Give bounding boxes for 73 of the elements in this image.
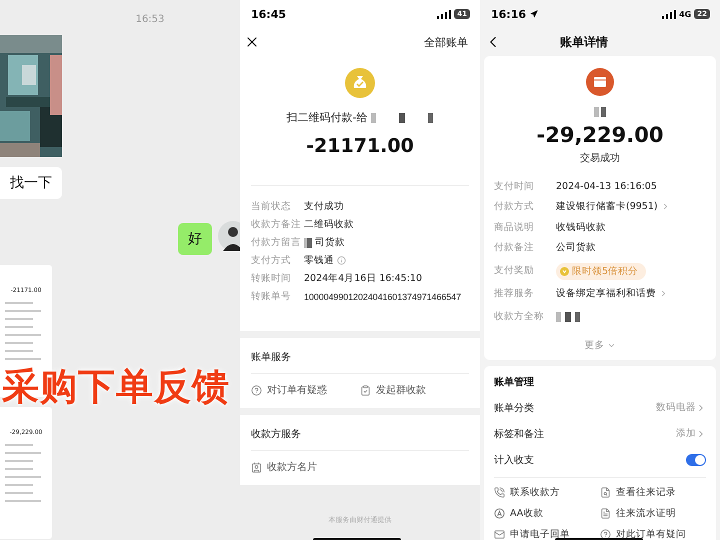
field-label: 支付奖励 bbox=[494, 264, 535, 277]
redaction-icon bbox=[556, 312, 580, 322]
section-title: 账单服务 bbox=[250, 350, 292, 365]
action-link[interactable]: 申请电子回单 bbox=[494, 528, 600, 540]
transaction-status: 交易成功 bbox=[580, 152, 620, 165]
help-icon bbox=[600, 528, 611, 540]
all-bills-link[interactable]: 全部账单 bbox=[424, 34, 468, 50]
field-label: 支付时间 bbox=[494, 180, 535, 192]
field-label: 收款方全称 bbox=[494, 310, 545, 323]
message-time: 16:53 bbox=[136, 14, 164, 25]
section-title: 账单管理 bbox=[494, 376, 535, 388]
document-search-icon bbox=[600, 486, 611, 498]
service-link[interactable]: 对订单有疑惑 bbox=[251, 383, 360, 397]
caption-text: 采购下单反馈 bbox=[2, 364, 230, 410]
field-label: 支付方式 bbox=[251, 254, 292, 267]
message-bubble: 好 bbox=[178, 223, 212, 255]
redaction-icon bbox=[371, 112, 434, 122]
payment-amount: -29,229.00 bbox=[536, 123, 664, 147]
field-value: 收钱码收款 bbox=[556, 220, 606, 234]
field-label: 付款方留言 bbox=[251, 236, 302, 249]
clipboard-icon bbox=[360, 384, 371, 396]
help-icon bbox=[251, 384, 262, 396]
document-icon bbox=[600, 508, 611, 518]
aa-icon bbox=[494, 508, 505, 518]
field-value: 二维码收款 bbox=[304, 218, 354, 231]
field-label: 推荐服务 bbox=[494, 287, 535, 300]
signal-icon bbox=[437, 10, 452, 18]
phone-icon bbox=[494, 486, 505, 498]
field-value[interactable]: 设备绑定享福利和话费 bbox=[556, 287, 656, 300]
field-value: 2024-04-13 16:16:05 bbox=[556, 180, 657, 192]
action-link[interactable]: AA收款 bbox=[494, 506, 600, 520]
payment-amount: -21171.00 bbox=[306, 135, 414, 157]
field-value[interactable]: 建设银行储蓄卡(9951) bbox=[556, 200, 658, 213]
message-bubble: 找一下 bbox=[0, 167, 62, 199]
row-label: 账单分类 bbox=[494, 402, 534, 414]
field-label: 付款备注 bbox=[494, 241, 535, 254]
toggle-switch[interactable] bbox=[686, 454, 706, 466]
field-label: 转账时间 bbox=[251, 272, 292, 285]
signal-icon bbox=[662, 10, 676, 18]
payment-title: 扫二维码付款-给 bbox=[286, 110, 368, 125]
field-value: 2024年4月16日 16:45:10 bbox=[304, 272, 422, 285]
action-link[interactable]: 往来流水证明 bbox=[600, 506, 706, 520]
section-title: 收款方服务 bbox=[250, 428, 302, 442]
redaction-icon bbox=[304, 238, 312, 248]
field-value: 10000499012024041601374971466547 bbox=[304, 292, 461, 302]
action-link[interactable]: 查看往来记录 bbox=[600, 486, 706, 498]
service-link[interactable]: 收款方名片 bbox=[251, 460, 360, 474]
field-value: 公司货款 bbox=[556, 241, 596, 254]
row-label: 计入收支 bbox=[494, 454, 534, 466]
row-label: 标签和备注 bbox=[494, 428, 544, 440]
shop-icon bbox=[586, 68, 614, 96]
field-label: 付款方式 bbox=[494, 200, 535, 213]
field-label: 商品说明 bbox=[494, 220, 535, 234]
field-label: 当前状态 bbox=[251, 200, 292, 213]
page-title: 账单详情 bbox=[560, 34, 608, 50]
status-time: 16:45 bbox=[251, 8, 286, 20]
money-bag-icon bbox=[345, 68, 375, 98]
field-label: 收款方备注 bbox=[251, 218, 302, 231]
status-time: 16:16 bbox=[491, 8, 538, 20]
field-value: 司货款 bbox=[315, 236, 345, 249]
action-link[interactable]: 联系收款方 bbox=[494, 486, 600, 498]
field-label: 转账单号 bbox=[251, 290, 292, 303]
contact-card-icon bbox=[251, 462, 262, 472]
field-value: 支付成功 bbox=[304, 200, 344, 213]
action-link[interactable]: 对此订单有疑问 bbox=[600, 528, 706, 540]
chevron-icon bbox=[659, 289, 668, 298]
location-icon bbox=[530, 10, 538, 18]
coin-icon bbox=[560, 267, 569, 276]
network-type: 4G bbox=[679, 10, 692, 18]
mail-icon bbox=[494, 528, 505, 540]
redaction-icon bbox=[594, 107, 606, 117]
field-value: 零钱通 bbox=[304, 254, 334, 267]
service-link[interactable]: 发起群收款 bbox=[360, 383, 469, 397]
